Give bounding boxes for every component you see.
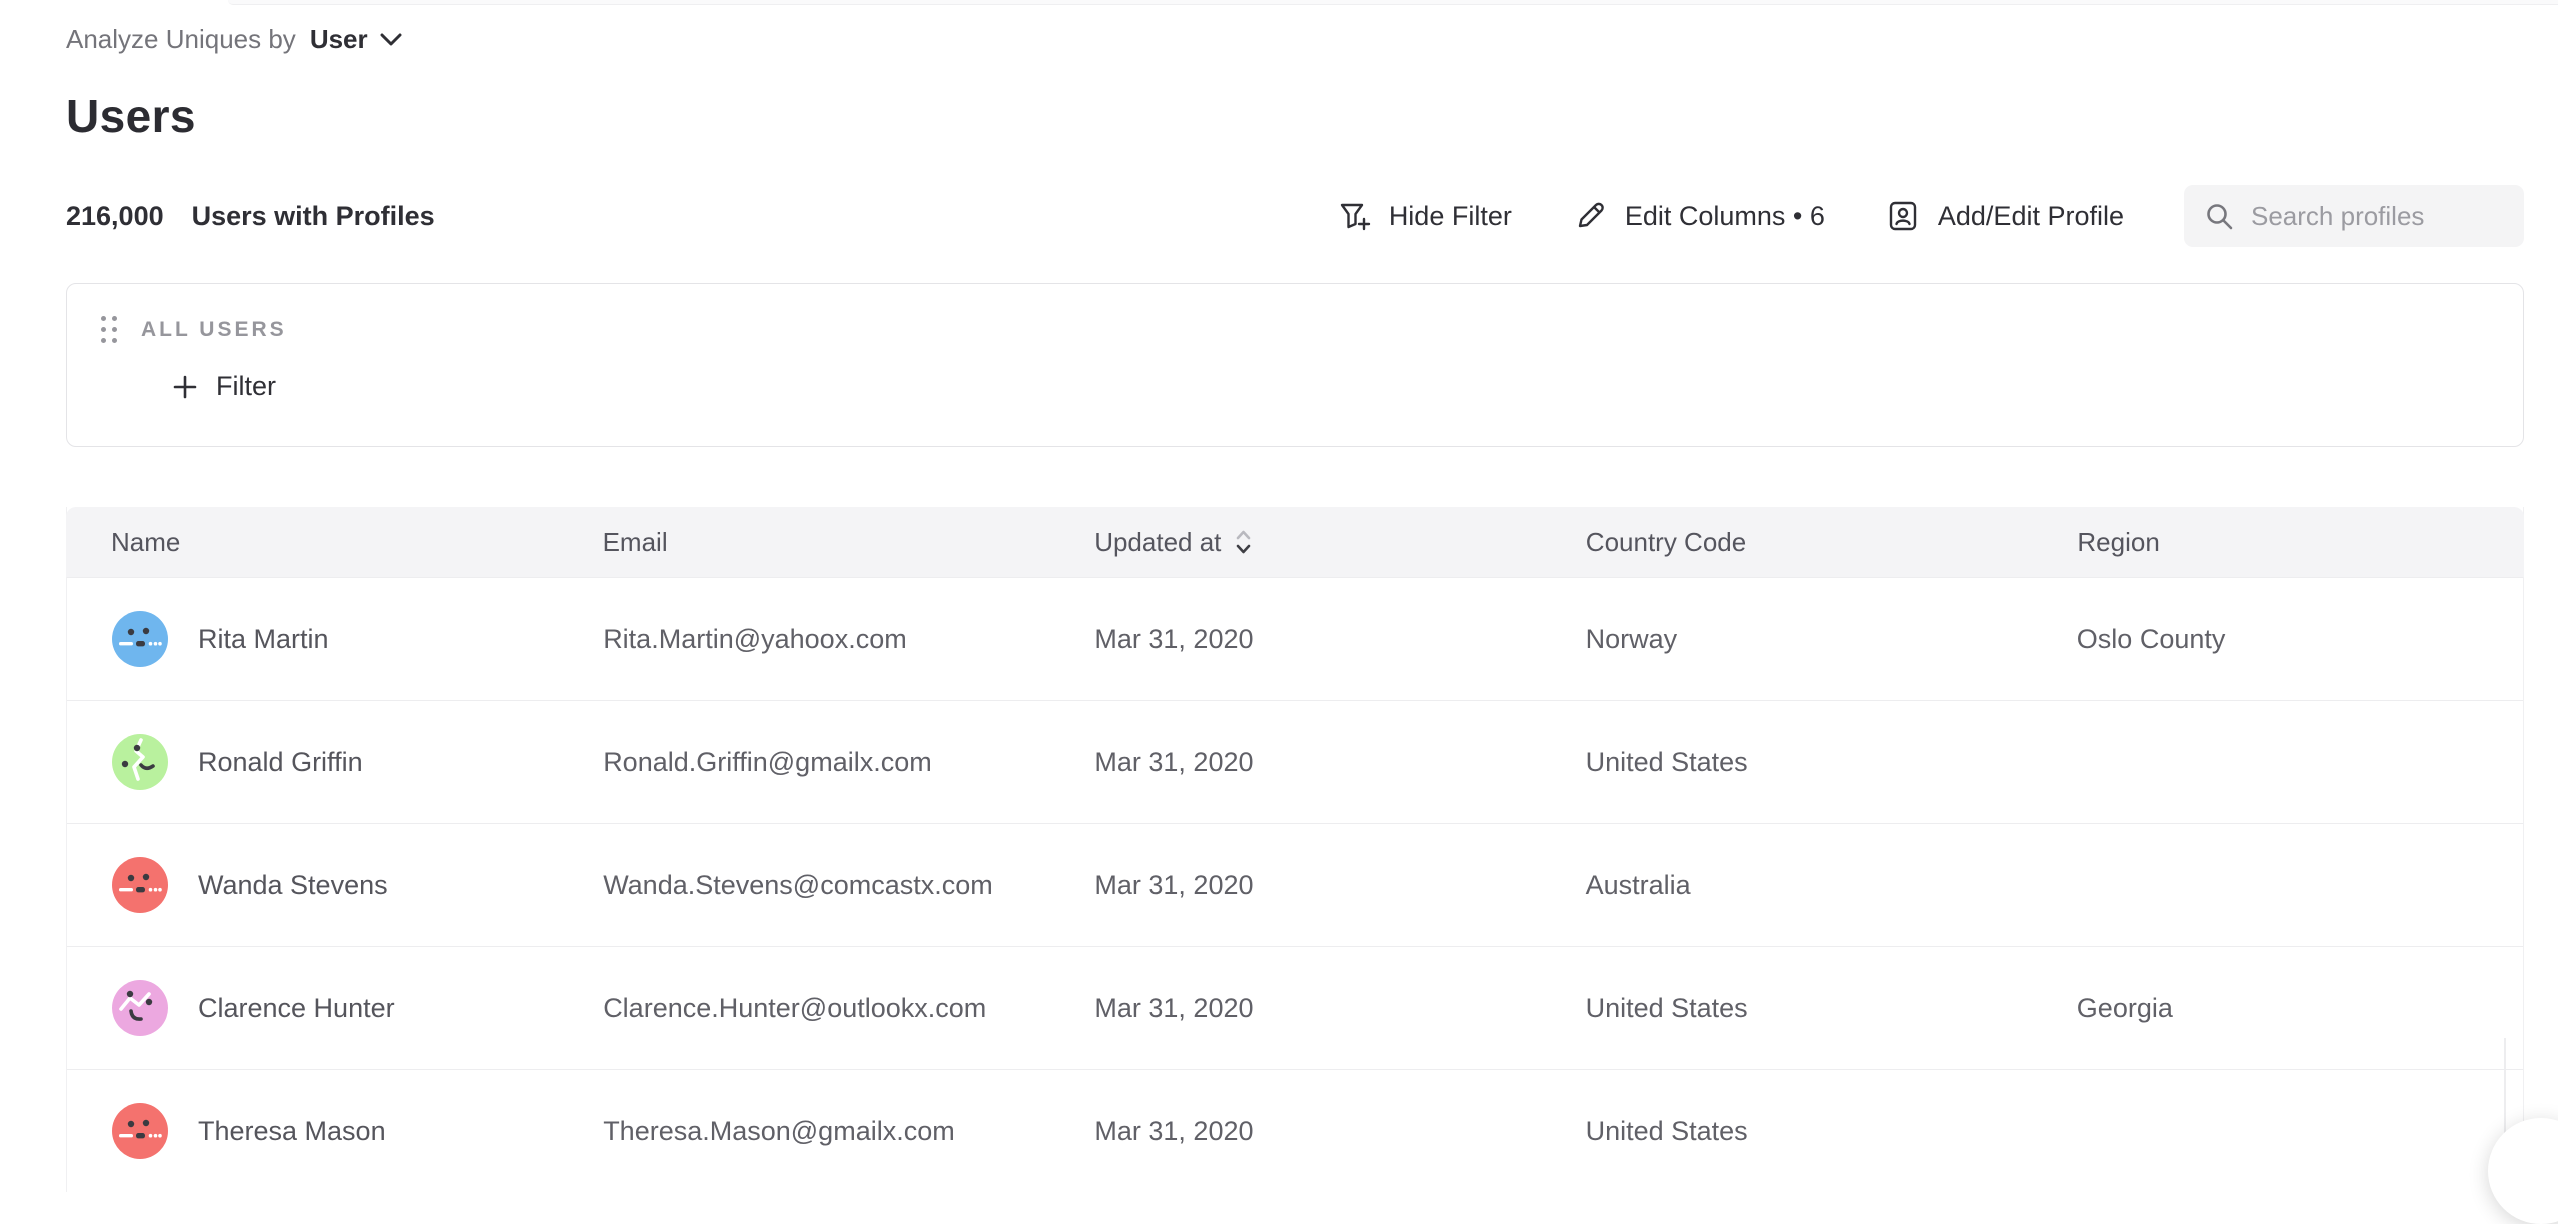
- drag-handle-icon[interactable]: [101, 316, 117, 343]
- user-name: Wanda Stevens: [198, 870, 388, 901]
- filter-panel: ALL USERS Filter: [66, 283, 2524, 447]
- name-cell: Rita Martin: [67, 611, 558, 667]
- avatar: [112, 1103, 168, 1159]
- user-count-label: Users with Profiles: [192, 201, 435, 232]
- table-row[interactable]: Clarence Hunter Clarence.Hunter@outlookx…: [67, 946, 2523, 1069]
- add-filter-button[interactable]: Filter: [171, 371, 2523, 402]
- user-count-group: 216,000 Users with Profiles: [66, 201, 435, 232]
- user-name: Rita Martin: [198, 624, 329, 655]
- user-name: Ronald Griffin: [198, 747, 363, 778]
- funnel-plus-icon: [1336, 198, 1372, 234]
- region-cell: Georgia: [2032, 993, 2523, 1024]
- updated-at-cell: Mar 31, 2020: [1049, 993, 1540, 1024]
- user-count: 216,000: [66, 201, 164, 232]
- filter-group-header: ALL USERS: [101, 316, 2523, 343]
- table-row[interactable]: Ronald Griffin Ronald.Griffin@gmailx.com…: [67, 700, 2523, 823]
- name-cell: Clarence Hunter: [67, 980, 558, 1036]
- country-cell: Australia: [1541, 870, 2032, 901]
- analyze-uniques-label: Analyze Uniques by: [66, 24, 296, 55]
- search-icon: [2204, 201, 2234, 231]
- add-edit-profile-button[interactable]: Add/Edit Profile: [1885, 198, 2124, 234]
- hide-filter-label: Hide Filter: [1389, 201, 1512, 232]
- sort-desc-icon: [1234, 528, 1253, 556]
- updated-at-cell: Mar 31, 2020: [1049, 1116, 1540, 1147]
- country-cell: United States: [1541, 993, 2032, 1024]
- search-profiles-input[interactable]: [2249, 200, 2504, 233]
- updated-at-cell: Mar 31, 2020: [1049, 747, 1540, 778]
- add-edit-profile-label: Add/Edit Profile: [1938, 201, 2124, 232]
- email-cell: Ronald.Griffin@gmailx.com: [558, 747, 1049, 778]
- email-cell: Clarence.Hunter@outlookx.com: [558, 993, 1049, 1024]
- name-cell: Ronald Griffin: [67, 734, 558, 790]
- table-row[interactable]: Wanda Stevens Wanda.Stevens@comcastx.com…: [67, 823, 2523, 946]
- column-header-country-code[interactable]: Country Code: [1541, 527, 2033, 558]
- email-cell: Rita.Martin@yahoox.com: [558, 624, 1049, 655]
- column-header-name[interactable]: Name: [66, 527, 558, 558]
- country-cell: United States: [1541, 747, 2032, 778]
- table-header-row: Name Email Updated at Country Code Regio…: [66, 507, 2524, 577]
- table-row[interactable]: Rita Martin Rita.Martin@yahoox.com Mar 3…: [67, 577, 2523, 700]
- column-header-region[interactable]: Region: [2032, 527, 2524, 558]
- name-cell: Theresa Mason: [67, 1103, 558, 1159]
- hide-filter-button[interactable]: Hide Filter: [1336, 198, 1512, 234]
- users-table: Name Email Updated at Country Code Regio…: [66, 507, 2524, 1192]
- stats-toolbar-row: 216,000 Users with Profiles Hide Filter …: [66, 185, 2524, 247]
- column-header-updated-at[interactable]: Updated at: [1049, 527, 1541, 558]
- profile-card-icon: [1885, 198, 1921, 234]
- avatar: [112, 857, 168, 913]
- analyze-uniques-row: Analyze Uniques by User: [66, 0, 2524, 55]
- toolbar: Hide Filter Edit Columns • 6 Add/Edit Pr…: [1336, 185, 2524, 247]
- plus-icon: [171, 373, 199, 401]
- top-panel-edge: [228, 0, 2558, 5]
- user-name: Theresa Mason: [198, 1116, 386, 1147]
- edit-columns-button[interactable]: Edit Columns • 6: [1572, 198, 1825, 234]
- country-cell: Norway: [1541, 624, 2032, 655]
- users-page: Analyze Uniques by User Users 216,000 Us…: [0, 0, 2558, 1192]
- column-header-email[interactable]: Email: [558, 527, 1050, 558]
- analyze-uniques-value: User: [310, 24, 368, 55]
- avatar: [112, 980, 168, 1036]
- chevron-down-icon: [380, 33, 402, 47]
- updated-at-cell: Mar 31, 2020: [1049, 870, 1540, 901]
- email-cell: Theresa.Mason@gmailx.com: [558, 1116, 1049, 1147]
- avatar: [112, 734, 168, 790]
- filter-group-label: ALL USERS: [141, 318, 287, 342]
- email-cell: Wanda.Stevens@comcastx.com: [558, 870, 1049, 901]
- edit-columns-label: Edit Columns • 6: [1625, 201, 1825, 232]
- analyze-uniques-dropdown[interactable]: User: [310, 24, 402, 55]
- name-cell: Wanda Stevens: [67, 857, 558, 913]
- pencil-icon: [1572, 198, 1608, 234]
- table-row[interactable]: Theresa Mason Theresa.Mason@gmailx.com M…: [67, 1069, 2523, 1192]
- user-name: Clarence Hunter: [198, 993, 395, 1024]
- search-box[interactable]: [2184, 185, 2524, 247]
- avatar: [112, 611, 168, 667]
- region-cell: Oslo County: [2032, 624, 2523, 655]
- add-filter-label: Filter: [216, 371, 276, 402]
- country-cell: United States: [1541, 1116, 2032, 1147]
- page-title: Users: [66, 89, 2524, 143]
- updated-at-cell: Mar 31, 2020: [1049, 624, 1540, 655]
